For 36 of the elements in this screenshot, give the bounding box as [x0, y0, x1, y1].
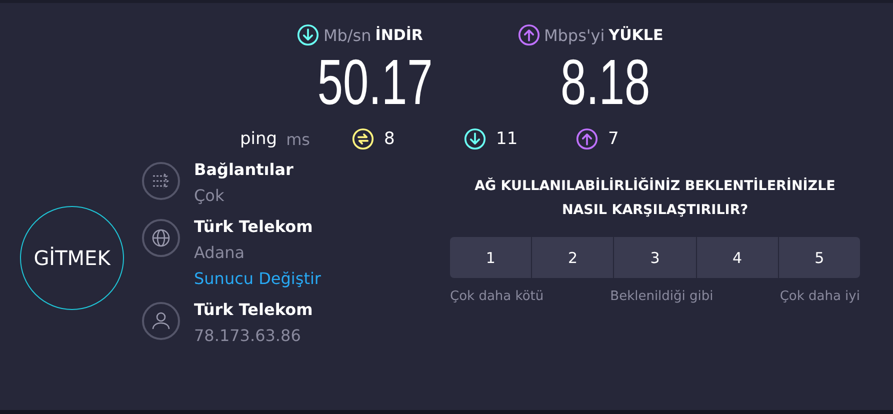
- speed-label: İNDİR: [375, 26, 423, 44]
- globe-icon: [142, 219, 180, 257]
- ping-value: 8: [384, 129, 395, 149]
- info-value: 78.173.63.86: [194, 326, 302, 345]
- connections-icon: [142, 162, 180, 200]
- download-icon: [464, 128, 486, 150]
- rating-option[interactable]: 4: [696, 237, 778, 278]
- ping-label: ping: [240, 129, 278, 149]
- info-title: Bağlantılar: [194, 160, 294, 179]
- speed-unit: Mbps'yi: [544, 26, 605, 44]
- speed-unit: Mb/sn: [323, 26, 372, 44]
- scale-label: Çok daha iyi: [780, 289, 860, 304]
- upload-icon: [576, 128, 598, 150]
- go-button[interactable]: GİTMEK: [20, 206, 124, 310]
- scale-label: Çok daha kötü: [450, 289, 544, 304]
- user-icon: [142, 302, 180, 340]
- info-title: Türk Telekom: [194, 217, 314, 236]
- ping-value: 11: [496, 129, 518, 149]
- info-title: Türk Telekom: [194, 300, 313, 319]
- upload-icon: [518, 24, 540, 46]
- download-icon: [297, 24, 320, 46]
- rating-option[interactable]: 5: [778, 237, 860, 278]
- rating-option[interactable]: 3: [614, 237, 696, 278]
- ping-value: 7: [608, 129, 619, 149]
- speed-value: 50.17: [318, 48, 433, 116]
- speed-label: YÜKLE: [608, 26, 664, 44]
- rating-option[interactable]: 2: [532, 237, 614, 278]
- rating-option[interactable]: 1: [450, 237, 532, 278]
- info-value: Çok: [194, 186, 226, 205]
- speed-value: 8.18: [560, 48, 650, 116]
- survey-question: AĞ KULLANILABİLİRLİĞİNİZ BEKLENTİLERİNİZLE NASIL KARŞILAŞTIRILIR?: [474, 176, 836, 220]
- ping-icon: [352, 128, 374, 150]
- info-value: Adana: [194, 243, 246, 262]
- change-server-link[interactable]: Sunucu Değiştir: [194, 269, 321, 288]
- scale-label: Beklenildiği gibi: [610, 289, 714, 304]
- ping-unit: ms: [286, 130, 310, 148]
